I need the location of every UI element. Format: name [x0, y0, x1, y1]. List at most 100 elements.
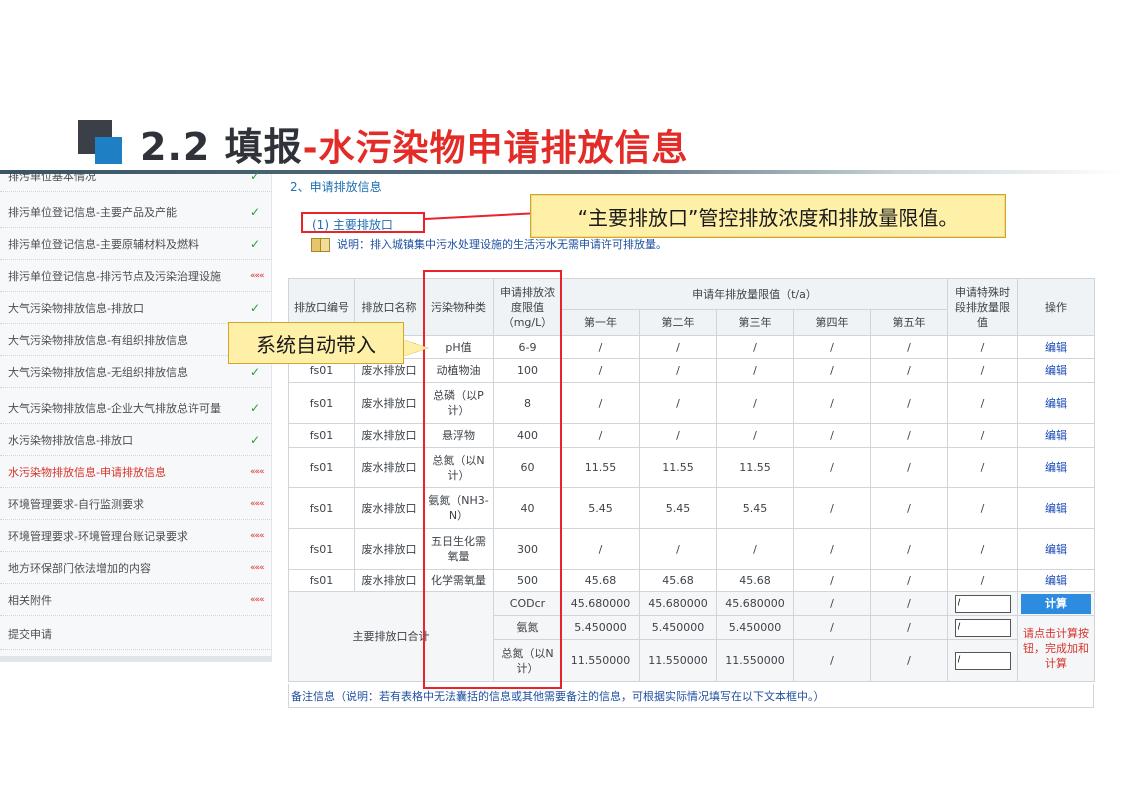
cell-year-value: /	[716, 423, 794, 448]
cell-special-limit: /	[947, 487, 1018, 529]
cell-year-value: 11.55	[639, 447, 717, 488]
sidebar-item[interactable]: 环境管理要求-自行监测要求 «««	[0, 488, 272, 520]
check-icon: ✓	[250, 364, 261, 379]
edit-link[interactable]: 编辑	[1017, 423, 1095, 448]
cell-total-year-value: /	[870, 615, 948, 640]
special-limit-input[interactable]	[954, 651, 1011, 670]
remark-info: 备注信息（说明：若有表格中无法囊括的信息或其他需要备注的信息，可根据实际情况填写…	[288, 684, 1094, 708]
cell-total-year-value: /	[870, 591, 948, 616]
check-icon: ✓	[250, 204, 261, 219]
sidebar-item[interactable]: 提交申请	[0, 618, 272, 650]
callout-main-outlet: “主要排放口”管控排放浓度和排放量限值。	[530, 194, 1006, 238]
sidebar-item-label: 排污单位基本情况	[8, 169, 96, 183]
cell-year-value: /	[870, 528, 948, 570]
sidebar-item-label: 排污单位登记信息-排污节点及污染治理设施	[8, 269, 221, 283]
cell-outlet-no: fs01	[288, 423, 355, 448]
sidebar-item-label: 环境管理要求-环境管理台账记录要求	[8, 529, 188, 543]
table-row: fs01 废水排放口 氨氮（NH3-N） 40 5.45 5.45 5.45// / 编辑	[288, 487, 1095, 529]
sidebar-item[interactable]: 相关附件 «««	[0, 584, 272, 616]
sidebar-item[interactable]: 水污染物排放信息-排放口 ✓	[0, 424, 272, 456]
cell-outlet-no: fs01	[288, 382, 355, 424]
sidebar-item[interactable]: 排污单位登记信息-排污节点及污染治理设施 «««	[0, 260, 272, 292]
special-limit-cell	[947, 615, 1018, 640]
cell-special-limit: /	[947, 447, 1018, 488]
cell-year-value: /	[716, 528, 794, 570]
cell-year-value: /	[716, 358, 794, 383]
callout-leader-line	[424, 212, 532, 220]
cell-outlet-no: fs01	[288, 487, 355, 529]
table-row: fs01 废水排放口 总磷（以P计） 8// / / / / 编辑	[288, 382, 1095, 424]
calc-button-cell: 计算	[1017, 591, 1095, 616]
sidebar-item-label: 水污染物排放信息-申请排放信息	[8, 465, 166, 479]
cell-year-value: /	[793, 423, 871, 448]
sidebar-item[interactable]: 水污染物排放信息-申请排放信息 «««	[0, 456, 272, 488]
edit-link[interactable]: 编辑	[1017, 569, 1095, 592]
sidebar-item[interactable]: 大气污染物排放信息-排放口 ✓	[0, 292, 272, 324]
edit-link[interactable]: 编辑	[1017, 382, 1095, 424]
sidebar-item[interactable]: 排污单位登记信息-主要产品及产能 ✓	[0, 196, 272, 228]
cell-total-year-value: /	[793, 591, 871, 616]
cell-year-value: /	[561, 335, 640, 359]
cell-year-value: /	[639, 382, 717, 424]
sidebar-item-label: 相关附件	[8, 593, 52, 607]
cell-total-year-value: 45.680000	[561, 591, 640, 616]
sidebar-item[interactable]: 排污单位登记信息-主要原辅材料及燃料 ✓	[0, 228, 272, 260]
sidebar-item-label: 大气污染物排放信息-企业大气排放总许可量	[8, 401, 221, 415]
cell-year-value: /	[561, 423, 640, 448]
sidebar-item-label: 环境管理要求-自行监测要求	[8, 497, 144, 511]
cell-special-limit: /	[947, 423, 1018, 448]
pending-arrows-icon: «««	[250, 270, 264, 281]
cell-total-year-value: 11.550000	[561, 639, 640, 682]
note-text: 说明：排入城镇集中污水处理设施的生活污水无需申请许可排放量。	[337, 238, 667, 251]
sidebar-item[interactable]: 地方环保部门依法增加的内容 «««	[0, 552, 272, 584]
cell-year-value: /	[870, 358, 948, 383]
cell-year-value: 45.68	[561, 569, 640, 592]
cell-year-value: /	[716, 382, 794, 424]
cell-year-value: /	[561, 382, 640, 424]
cell-year-value: /	[639, 358, 717, 383]
edit-link[interactable]: 编辑	[1017, 335, 1095, 359]
sidebar-item[interactable]: 环境管理要求-环境管理台账记录要求 «««	[0, 520, 272, 552]
cell-outlet-no: fs01	[288, 447, 355, 488]
cell-year-value: /	[639, 528, 717, 570]
check-icon: ✓	[250, 400, 261, 415]
calculate-button[interactable]: 计算	[1021, 593, 1091, 614]
sidebar-item[interactable]: 排污单位基本情况 ✓	[0, 160, 272, 192]
sidebar-item[interactable]: 大气污染物排放信息-企业大气排放总许可量 ✓	[0, 392, 272, 424]
sidebar-item-label: 排污单位登记信息-主要产品及产能	[8, 205, 177, 219]
header-special-limit: 申请特殊时段排放量限值	[947, 278, 1018, 336]
header-year-5: 第五年	[870, 309, 948, 336]
title-square-icon	[78, 120, 122, 164]
pending-arrows-icon: «««	[250, 466, 264, 477]
special-limit-input[interactable]	[954, 618, 1011, 637]
cell-year-value: /	[793, 358, 871, 383]
sidebar-bottom-bar	[0, 656, 272, 662]
cell-year-value: /	[870, 569, 948, 592]
edit-link[interactable]: 编辑	[1017, 358, 1095, 383]
table-row: fs01 废水排放口 悬浮物 400// / / / / 编辑	[288, 423, 1095, 448]
cell-outlet-no: fs01	[288, 528, 355, 570]
table-row: fs01 废水排放口 化学需氧量 500 45.68 45.68 45.68// / 编辑	[288, 569, 1095, 592]
special-limit-input[interactable]	[954, 594, 1011, 613]
cell-total-year-value: /	[870, 639, 948, 682]
pending-arrows-icon: «««	[250, 562, 264, 573]
cell-total-year-value: 5.450000	[716, 615, 794, 640]
edit-link[interactable]: 编辑	[1017, 447, 1095, 488]
callout-auto-fill: 系统自动带入	[228, 322, 404, 364]
edit-link[interactable]: 编辑	[1017, 487, 1095, 529]
cell-year-value: /	[870, 447, 948, 488]
cell-year-value: 11.55	[561, 447, 640, 488]
cell-year-value: 11.55	[716, 447, 794, 488]
cell-outlet-name: 废水排放口	[354, 569, 424, 592]
cell-special-limit: /	[947, 382, 1018, 424]
header-annual-limit: 申请年排放量限值（t/a）	[561, 278, 948, 310]
cell-year-value: 5.45	[639, 487, 717, 529]
cell-outlet-no: fs01	[288, 569, 355, 592]
cell-outlet-name: 废水排放口	[354, 447, 424, 488]
cell-year-value: /	[793, 335, 871, 359]
edit-link[interactable]: 编辑	[1017, 528, 1095, 570]
sidebar-item-label: 排污单位登记信息-主要原辅材料及燃料	[8, 237, 199, 251]
sidebar-nav: 排污单位基本情况 ✓ 排污单位登记信息-主要产品及产能 ✓ 排污单位登记信息-主要原辅材…	[0, 169, 272, 660]
cell-year-value: /	[793, 528, 871, 570]
cell-special-limit: /	[947, 569, 1018, 592]
